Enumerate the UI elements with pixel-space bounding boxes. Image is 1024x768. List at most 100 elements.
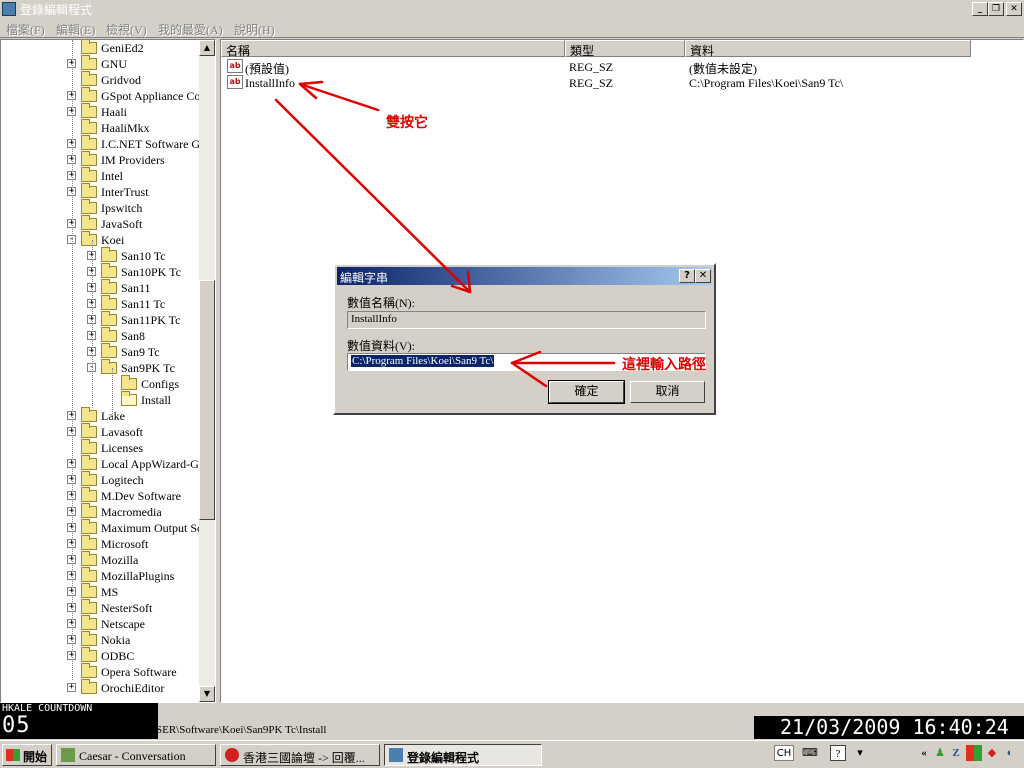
- language-indicator[interactable]: CH: [774, 745, 794, 761]
- tree-node[interactable]: + MS: [1, 583, 201, 600]
- scroll-thumb[interactable]: [199, 280, 215, 520]
- help-icon[interactable]: ?: [830, 745, 846, 761]
- tree-node-label: Local AppWizard-Ge: [101, 457, 205, 471]
- tree-node-label: Maximum Output Sc: [101, 521, 203, 535]
- value-name-text: InstallInfo: [351, 313, 397, 325]
- user-icon[interactable]: ♟: [932, 745, 948, 761]
- tree-node[interactable]: + Logitech: [1, 471, 201, 488]
- network-icon[interactable]: ◆: [984, 745, 1000, 761]
- menu-file[interactable]: 檔案(F): [6, 21, 45, 38]
- tree-node-label: GeniEd2: [101, 41, 144, 55]
- tree-node[interactable]: + San10PK Tc: [1, 263, 201, 280]
- close-button[interactable]: ✕: [1006, 2, 1022, 16]
- restore-button[interactable]: ❐: [988, 2, 1004, 16]
- expand-icon[interactable]: +: [67, 683, 76, 692]
- z-app-icon[interactable]: Z: [948, 745, 964, 761]
- tree-node-label: Mozilla: [101, 553, 139, 567]
- tree-node[interactable]: + OrochiEditor: [1, 679, 201, 696]
- tree-node[interactable]: + Macromedia: [1, 503, 201, 520]
- tree-node[interactable]: + Microsoft: [1, 535, 201, 552]
- tree-node[interactable]: + I.C.NET Software G: [1, 135, 201, 152]
- value-row[interactable]: ab InstallInfo REG_SZ C:\Program Files\K…: [221, 74, 1021, 90]
- tree-node[interactable]: + San8: [1, 327, 201, 344]
- menu-favorites[interactable]: 我的最愛(A): [158, 21, 223, 38]
- speaker-icon[interactable]: ◐: [1002, 745, 1018, 761]
- tree-node-label: M.Dev Software: [101, 489, 181, 503]
- dialog-close-button[interactable]: ✕: [695, 269, 711, 283]
- tree-node[interactable]: + Lavasoft: [1, 423, 201, 440]
- tree-scrollbar[interactable]: ▲ ▼: [199, 40, 215, 702]
- folder-icon: [81, 567, 97, 582]
- tree-node[interactable]: + Nokia: [1, 631, 201, 648]
- value-type: REG_SZ: [569, 60, 614, 74]
- column-name[interactable]: 名稱: [221, 40, 565, 58]
- tree-node[interactable]: + Netscape: [1, 615, 201, 632]
- tree-node[interactable]: + San9 Tc: [1, 343, 201, 360]
- tree-node[interactable]: + Local AppWizard-Ge: [1, 455, 205, 472]
- tray-chevron-icon[interactable]: «: [916, 745, 932, 761]
- tree-node[interactable]: - San9PK Tc: [1, 359, 201, 376]
- menu-bar: 檔案(F) 編輯(E) 檢視(V) 我的最愛(A) 說明(H): [0, 18, 1024, 38]
- tree-node[interactable]: Ipswitch: [1, 199, 201, 216]
- value-row[interactable]: ab (預設值) REG_SZ (數值未設定): [221, 58, 1021, 76]
- value-type: REG_SZ: [569, 76, 614, 90]
- tree-node[interactable]: HaaliMkx: [1, 119, 201, 136]
- dialog-help-button[interactable]: ?: [679, 269, 695, 283]
- task-button-forum[interactable]: 香港三國論壇 -> 回覆...: [220, 744, 380, 766]
- cancel-button[interactable]: 取消: [630, 381, 705, 403]
- tree-node[interactable]: + M.Dev Software: [1, 487, 201, 504]
- column-type[interactable]: 類型: [565, 40, 685, 58]
- folder-icon: [101, 247, 117, 262]
- folder-icon: [81, 135, 97, 150]
- messenger-icon[interactable]: [966, 745, 982, 761]
- menu-view[interactable]: 檢視(V): [106, 21, 147, 38]
- tree-node[interactable]: + MozillaPlugins: [1, 567, 201, 584]
- folder-icon: [81, 119, 97, 134]
- tree-node[interactable]: + Maximum Output Sc: [1, 519, 203, 536]
- scroll-down-button[interactable]: ▼: [199, 686, 215, 702]
- menu-help[interactable]: 說明(H): [234, 21, 275, 38]
- minimize-button[interactable]: _: [972, 2, 988, 16]
- tree-node[interactable]: + Intel: [1, 167, 201, 184]
- tree-node[interactable]: Configs: [1, 375, 201, 392]
- tree-node[interactable]: Install: [1, 391, 201, 408]
- keyboard-icon[interactable]: ⌨: [802, 745, 818, 761]
- tree-node[interactable]: + InterTrust: [1, 183, 201, 200]
- dialog-title: 編輯字串: [340, 271, 389, 285]
- task-button-regedit[interactable]: 登錄編輯程式: [384, 744, 542, 766]
- tree-node[interactable]: + GNU: [1, 55, 201, 72]
- tree-node[interactable]: + Lake: [1, 407, 201, 424]
- tree-node[interactable]: + San11PK Tc: [1, 311, 201, 328]
- tree-node[interactable]: GeniEd2: [1, 40, 201, 56]
- tree-node[interactable]: + Mozilla: [1, 551, 201, 568]
- tree-node[interactable]: + San11: [1, 279, 201, 296]
- tree-node[interactable]: + JavaSoft: [1, 215, 201, 232]
- tree-node-label: Ipswitch: [101, 201, 143, 215]
- options-icon[interactable]: ▾: [852, 745, 868, 761]
- tree-node[interactable]: + NesterSoft: [1, 599, 201, 616]
- string-value-icon: ab: [227, 59, 243, 73]
- tree-node[interactable]: - Koei: [1, 231, 201, 248]
- start-button[interactable]: 開始: [2, 744, 52, 766]
- menu-edit[interactable]: 編輯(E): [56, 21, 95, 38]
- tree-node[interactable]: + San11 Tc: [1, 295, 201, 312]
- tree-node[interactable]: + San10 Tc: [1, 247, 201, 264]
- tree-node[interactable]: + ODBC: [1, 647, 201, 664]
- task-button-caesar[interactable]: Caesar - Conversation: [56, 744, 216, 766]
- tree-node-label: GNU: [101, 57, 127, 71]
- registry-tree[interactable]: GeniEd2 + GNU Gridvod + GSpot Appliance Co + Ha…: [0, 39, 216, 703]
- tree-node[interactable]: + Haali: [1, 103, 201, 120]
- tree-node[interactable]: Opera Software: [1, 663, 201, 680]
- folder-icon: [101, 327, 117, 342]
- tree-node[interactable]: + GSpot Appliance Co: [1, 87, 201, 104]
- tree-node[interactable]: Licenses: [1, 439, 201, 456]
- title-bar: 登錄編輯程式 _ ❐ ✕: [0, 0, 1024, 18]
- value-data-text: C:\Program Files\Koei\San9 Tc\: [351, 355, 495, 367]
- folder-icon: [81, 423, 97, 438]
- tree-node[interactable]: + IM Providers: [1, 151, 201, 168]
- ok-button[interactable]: 確定: [548, 380, 625, 404]
- column-data[interactable]: 資料: [685, 40, 971, 58]
- folder-icon: [81, 231, 97, 246]
- scroll-up-button[interactable]: ▲: [199, 40, 215, 56]
- tree-node[interactable]: Gridvod: [1, 71, 201, 88]
